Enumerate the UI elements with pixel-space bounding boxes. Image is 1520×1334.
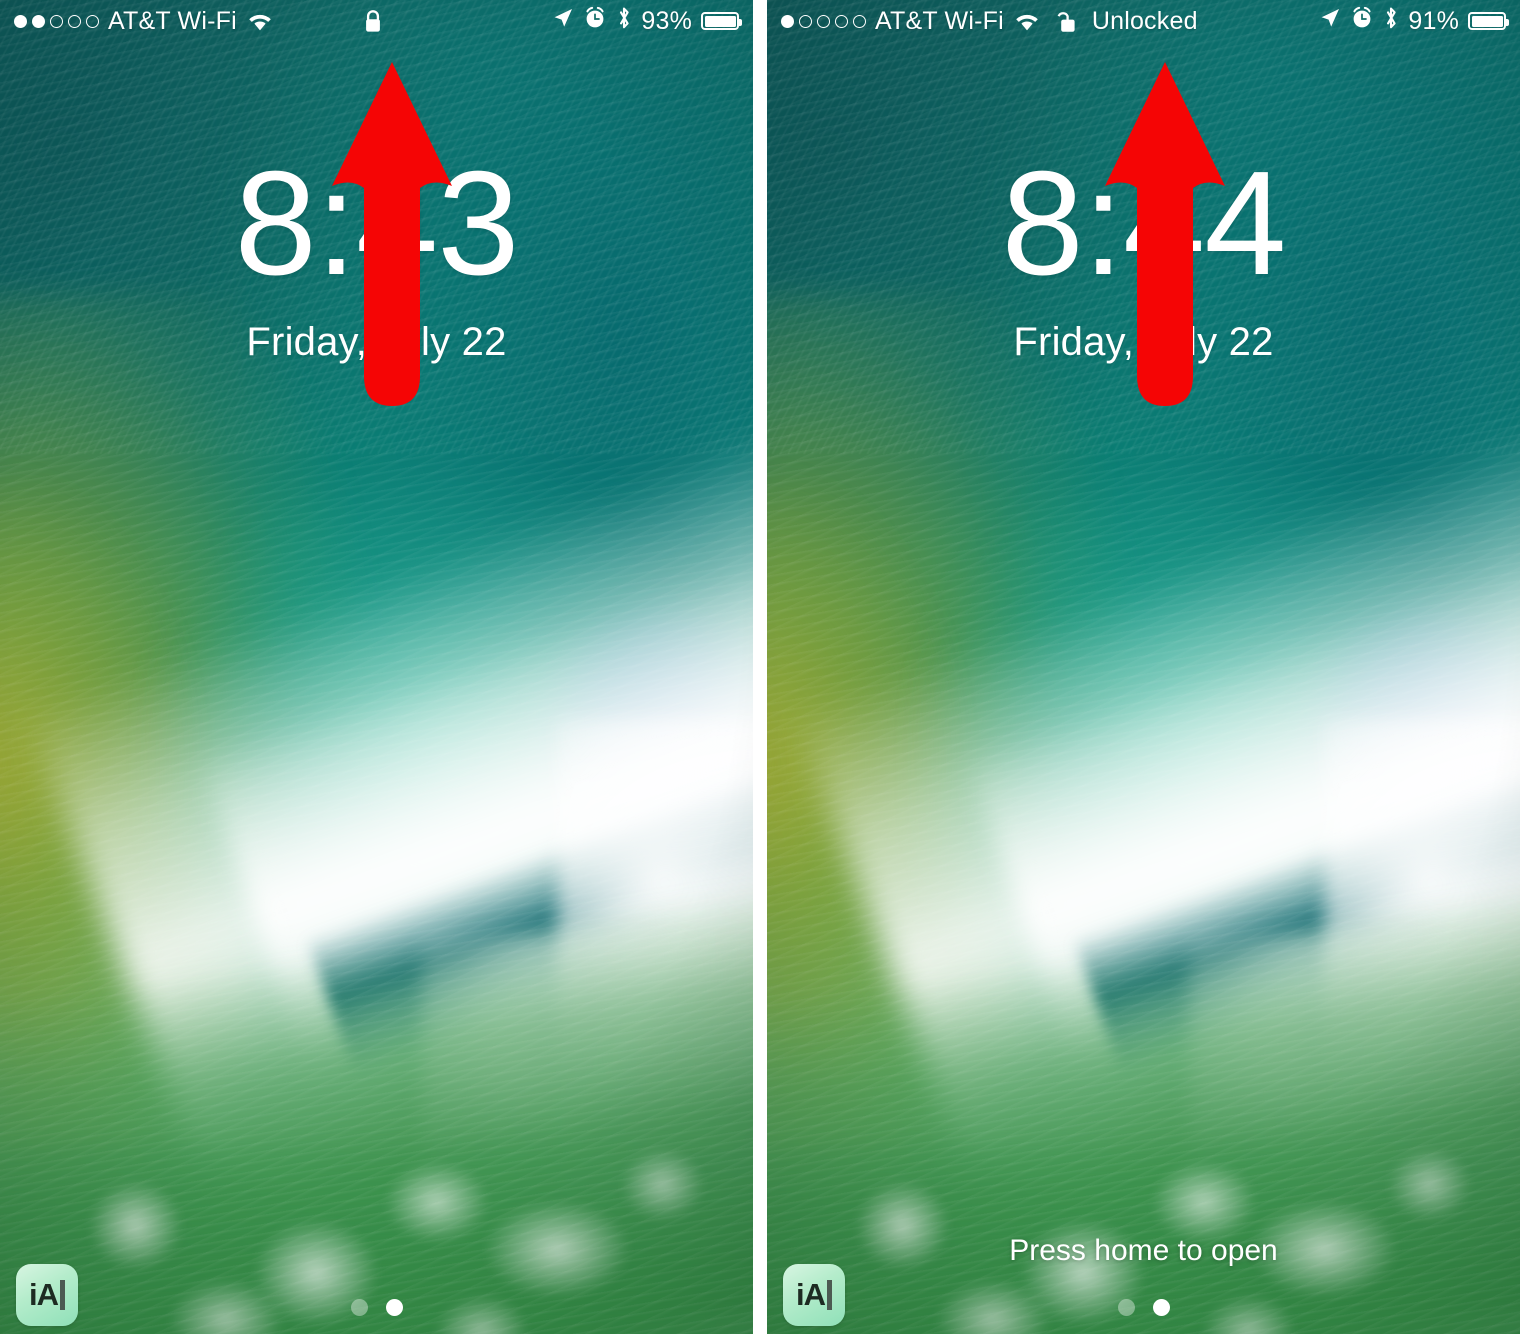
page-dot[interactable] <box>1117 1299 1135 1316</box>
phone-screen-locked: AT&T Wi-Fi 93% 8:43 Friday, July 22 iA <box>0 0 753 1334</box>
status-bar-left: AT&T Wi-Fi Unlocked <box>767 7 1198 36</box>
alarm-clock-icon <box>1350 6 1374 37</box>
lock-closed-icon <box>363 9 382 34</box>
page-dot-active[interactable] <box>1152 1299 1170 1316</box>
carrier-label: AT&T Wi-Fi <box>108 6 237 35</box>
status-bar-left: AT&T Wi-Fi <box>0 7 273 36</box>
bluetooth-icon <box>616 6 632 37</box>
lock-open-icon <box>1057 9 1078 34</box>
clock-time: 8:44 <box>1001 141 1286 306</box>
page-dot-active[interactable] <box>385 1299 403 1316</box>
page-indicator-dots[interactable] <box>1117 1299 1170 1316</box>
bluetooth-icon <box>1383 6 1399 37</box>
location-arrow-icon <box>552 7 574 36</box>
app-icon-label: iA <box>29 1277 59 1312</box>
battery-full-icon <box>701 12 742 30</box>
clock-time: 8:43 <box>234 141 519 306</box>
status-bar-right: 93% <box>552 6 742 37</box>
alarm-clock-icon <box>583 6 607 37</box>
phone-screen-unlocked: AT&T Wi-Fi Unlocked 91% 8:44 Friday, Jul… <box>767 0 1520 1334</box>
wifi-icon <box>1014 11 1040 31</box>
location-arrow-icon <box>1319 7 1341 36</box>
app-icon-label: iA <box>796 1277 826 1312</box>
carrier-label: AT&T Wi-Fi <box>875 6 1004 35</box>
status-bar-center <box>363 9 390 34</box>
signal-strength-dots <box>14 14 99 28</box>
ia-writer-app-icon[interactable]: iA <box>783 1264 845 1326</box>
lockscreen-clock-block: 8:43 Friday, July 22 <box>0 0 753 365</box>
clock-date: Friday, July 22 <box>1013 320 1274 364</box>
press-home-label: Press home to open <box>1009 1234 1278 1267</box>
page-dot[interactable] <box>350 1299 368 1316</box>
text-caret-icon <box>827 1280 832 1310</box>
status-bar-right: 91% <box>1319 6 1509 37</box>
text-caret-icon <box>60 1280 65 1310</box>
battery-percent-label: 93% <box>641 6 692 35</box>
battery-percent-label: 91% <box>1408 6 1459 35</box>
comparison-screenshot: AT&T Wi-Fi 93% 8:43 Friday, July 22 iA A… <box>0 0 1520 1334</box>
lock-status-label: Unlocked <box>1091 6 1198 35</box>
battery-full-icon <box>1468 12 1509 30</box>
clock-date: Friday, July 22 <box>246 320 507 364</box>
status-bar: AT&T Wi-Fi 93% <box>0 0 753 42</box>
ia-writer-app-icon[interactable]: iA <box>16 1264 78 1326</box>
wifi-icon <box>247 11 273 31</box>
lockscreen-clock-block: 8:44 Friday, July 22 <box>767 0 1520 365</box>
status-bar: AT&T Wi-Fi Unlocked 91% <box>767 0 1520 42</box>
signal-strength-dots <box>781 14 866 28</box>
page-indicator-dots[interactable] <box>350 1299 403 1316</box>
